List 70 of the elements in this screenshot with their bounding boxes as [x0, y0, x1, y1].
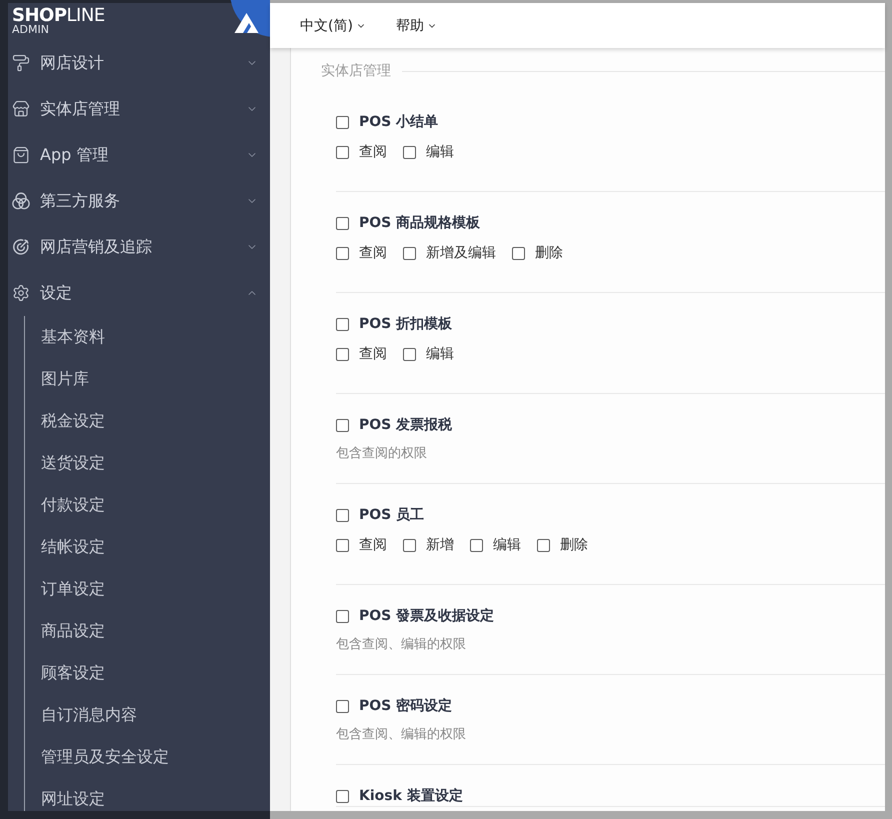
menu-dropdown[interactable]: 中文(简)	[300, 16, 366, 34]
sidebar-subitem[interactable]: 订单设定	[25, 568, 270, 610]
option-label: 删除	[535, 244, 563, 262]
permission-title: POS 小结单	[359, 113, 438, 131]
permission-title: Kiosk 装置设定	[359, 787, 463, 805]
brand-subtitle: ADMIN	[12, 24, 49, 36]
checkbox[interactable]	[336, 348, 349, 360]
permission-note: 包含查阅的权限	[336, 445, 428, 463]
brand-logo: SHOPLINE	[12, 7, 105, 24]
checkbox[interactable]	[403, 348, 416, 360]
checkbox[interactable]	[336, 116, 349, 128]
sidebar-subitem[interactable]: 付款设定	[25, 484, 270, 526]
sidebar-subitem[interactable]: 税金设定	[25, 400, 270, 442]
option-label: 查阅	[359, 345, 387, 363]
option-label: 编辑	[426, 345, 454, 363]
sidebar-subitem[interactable]: 基本资料	[25, 316, 270, 358]
checkbox[interactable]	[336, 610, 349, 622]
sidebar-item[interactable]: 网店营销及追踪	[8, 224, 270, 270]
permission-title: POS 发票报税	[359, 416, 452, 434]
option-label: 编辑	[493, 536, 521, 554]
checkbox[interactable]	[336, 146, 349, 158]
permission-title: POS 员工	[359, 506, 424, 524]
sidebar-item[interactable]: 设定	[8, 270, 270, 316]
sidebar-subitem[interactable]: 结帐设定	[25, 526, 270, 568]
checkbox[interactable]	[336, 246, 349, 260]
permission-note: 包含查阅、编辑的权限	[336, 636, 467, 654]
sidebar-subitem[interactable]: 管理员及安全设定	[25, 736, 270, 778]
sidebar-item[interactable]: 第三方服务	[8, 178, 270, 224]
sidebar-item[interactable]: 网店设计	[8, 40, 270, 86]
permission-title: POS 商品规格模板	[359, 214, 480, 232]
option-label: 新增及编辑	[426, 244, 496, 262]
checkbox[interactable]	[403, 146, 416, 158]
permission-title: POS 發票及收据设定	[359, 607, 494, 625]
target-icon	[12, 238, 30, 256]
sidebar-item[interactable]: App 管理	[8, 132, 270, 178]
checkbox[interactable]	[336, 318, 349, 330]
checkbox[interactable]	[403, 246, 416, 260]
checkbox[interactable]	[336, 508, 349, 522]
sidebar-subitem[interactable]: 顾客设定	[25, 652, 270, 694]
menu-dropdown[interactable]: 帮助	[396, 16, 437, 34]
storefront-icon	[12, 100, 30, 118]
paint-roller-icon	[12, 54, 30, 72]
checkbox[interactable]	[403, 538, 416, 552]
sidebar-subitem[interactable]: 商品设定	[25, 610, 270, 652]
option-label: 查阅	[359, 143, 387, 161]
checkbox[interactable]	[512, 246, 525, 260]
checkbox[interactable]	[336, 700, 349, 712]
option-label: 新增	[426, 536, 454, 554]
option-label: 编辑	[426, 143, 454, 161]
checkbox[interactable]	[537, 538, 550, 552]
checkbox[interactable]	[336, 538, 349, 552]
checkbox[interactable]	[336, 418, 349, 432]
settings-icon	[12, 284, 30, 302]
sidebar-subitem[interactable]: 图片库	[25, 358, 270, 400]
shopping-bag-icon	[12, 146, 30, 164]
sidebar-subitem[interactable]: 自订消息内容	[25, 694, 270, 736]
three-circles-icon	[12, 192, 30, 210]
option-label: 查阅	[359, 244, 387, 262]
checkbox[interactable]	[336, 790, 349, 802]
option-label: 查阅	[359, 536, 387, 554]
permission-title: POS 折扣模板	[359, 315, 452, 333]
checkbox[interactable]	[470, 538, 483, 552]
sidebar-subitem[interactable]: 网址设定	[25, 778, 270, 811]
sidebar-subitem[interactable]: 送货设定	[25, 442, 270, 484]
permission-title: POS 密码设定	[359, 697, 452, 715]
option-label: 删除	[560, 536, 588, 554]
permission-note: 包含查阅、编辑的权限	[336, 726, 467, 744]
checkbox[interactable]	[336, 216, 349, 230]
section-title: 实体店管理	[321, 62, 391, 80]
sidebar-item[interactable]: 实体店管理	[8, 86, 270, 132]
